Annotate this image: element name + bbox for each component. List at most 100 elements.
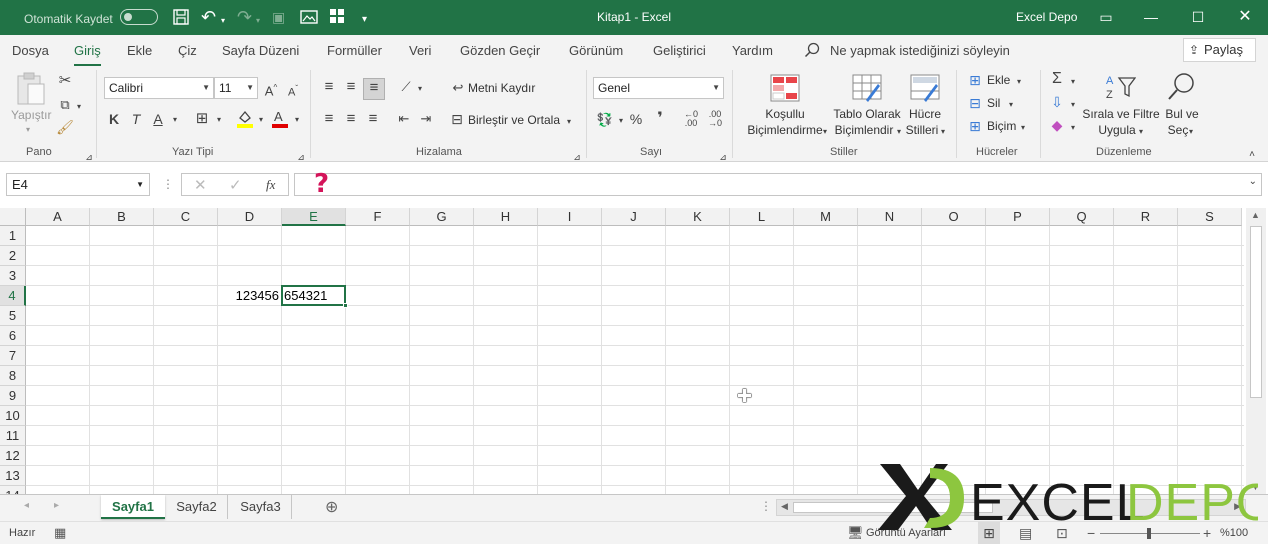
decrease-indent-icon[interactable]: ⇤	[395, 110, 413, 128]
fill-color-dropdown-icon[interactable]: ▾	[256, 111, 266, 129]
column-header[interactable]: C	[154, 208, 218, 226]
conditional-formatting-label-1[interactable]: Koşullu	[740, 106, 830, 122]
spreadsheet-grid[interactable]: ABCDEFGHIJKLMNOPQRS123456789101112131412…	[0, 208, 1244, 494]
align-left-icon[interactable]: ≡	[320, 110, 338, 128]
column-header[interactable]: R	[1114, 208, 1178, 226]
fill-dropdown-icon[interactable]: ▾	[1068, 96, 1078, 114]
row-header[interactable]: 8	[0, 366, 26, 386]
font-name-combo[interactable]: Calibri ▼	[104, 77, 214, 99]
column-header[interactable]: P	[986, 208, 1050, 226]
format-cells-button[interactable]: Biçim	[987, 118, 1016, 134]
row-header[interactable]: 9	[0, 386, 26, 406]
clear-icon[interactable]: ◆	[1048, 116, 1066, 134]
column-header[interactable]: K	[666, 208, 730, 226]
column-header[interactable]: M	[794, 208, 858, 226]
row-header[interactable]: 6	[0, 326, 26, 346]
format-cells-icon[interactable]: ⊞	[966, 117, 984, 135]
expand-formula-icon[interactable]: ⌄	[1249, 176, 1257, 187]
prev-sheet-icon[interactable]: ◂	[24, 500, 29, 511]
underline-dropdown-icon[interactable]: ▾	[170, 111, 180, 129]
close-icon[interactable]: ✕	[1233, 6, 1257, 28]
align-top-icon[interactable]: ≡	[320, 78, 338, 96]
formula-input[interactable]: ⌄	[294, 173, 1262, 196]
increase-decimal-icon[interactable]: ←0.00	[680, 110, 702, 128]
share-button[interactable]: ⇪ Paylaş	[1183, 38, 1256, 62]
decrease-font-icon[interactable]: Aˇ	[284, 80, 302, 102]
cell-styles-label-1[interactable]: Hücre	[900, 106, 950, 122]
fill-color-icon[interactable]	[234, 108, 256, 133]
column-header[interactable]: I	[538, 208, 602, 226]
format-painter-icon[interactable]: 🖌	[56, 118, 74, 136]
orientation-dropdown-icon[interactable]: ▾	[415, 80, 425, 98]
row-header[interactable]: 4	[0, 286, 26, 306]
fill-handle[interactable]	[343, 303, 348, 308]
increase-indent-icon[interactable]: ⇥	[417, 110, 435, 128]
column-header[interactable]: E	[282, 208, 346, 226]
collapse-ribbon-icon[interactable]: ˄	[1246, 146, 1258, 164]
search-icon[interactable]	[804, 42, 820, 61]
format-as-table-icon[interactable]	[852, 74, 884, 106]
user-name[interactable]: Excel Depo	[1016, 10, 1077, 24]
scroll-up-icon[interactable]: ▲	[1251, 210, 1260, 220]
tab-ekle[interactable]: Ekle	[127, 43, 152, 58]
font-color-icon[interactable]: A	[270, 108, 290, 133]
select-all-corner[interactable]	[0, 208, 26, 226]
currency-icon[interactable]: 💱	[595, 111, 615, 129]
format-as-table-label-2[interactable]: Biçimlendir	[828, 122, 900, 138]
autosum-icon[interactable]: Σ	[1048, 70, 1066, 88]
tab-gozden-gecir[interactable]: Gözden Geçir	[460, 43, 540, 58]
tab-yardim[interactable]: Yardım	[732, 43, 773, 58]
column-header[interactable]: O	[922, 208, 986, 226]
column-header[interactable]: N	[858, 208, 922, 226]
conditional-formatting-icon[interactable]	[770, 74, 802, 106]
fill-icon[interactable]: ⇩	[1048, 93, 1066, 111]
name-box[interactable]: E4 ▼	[6, 173, 150, 196]
more-icon[interactable]: ⋮	[162, 175, 174, 193]
scroll-left-icon[interactable]: ◀	[781, 501, 788, 512]
column-header[interactable]: H	[474, 208, 538, 226]
sort-filter-dropdown-icon[interactable]: ▾	[1136, 123, 1146, 141]
delete-dropdown-icon[interactable]: ▾	[1006, 96, 1016, 114]
font-launcher-icon[interactable]: ⊿	[296, 148, 306, 166]
copy-icon[interactable]: ⧉	[56, 96, 74, 114]
tab-gorunum[interactable]: Görünüm	[569, 43, 623, 58]
row-header[interactable]: 13	[0, 466, 26, 486]
insert-cells-button[interactable]: Ekle	[987, 72, 1010, 88]
tab-giris[interactable]: Giriş	[74, 43, 101, 66]
tab-ciz[interactable]: Çiz	[178, 43, 197, 58]
decrease-decimal-icon[interactable]: .00 →0	[704, 110, 726, 128]
row-header[interactable]: 5	[0, 306, 26, 326]
format-dropdown-icon[interactable]: ▾	[1018, 119, 1028, 137]
copy-dropdown-icon[interactable]: ▾	[74, 98, 84, 116]
tab-formuller[interactable]: Formüller	[327, 43, 382, 58]
number-launcher-icon[interactable]: ⊿	[718, 148, 728, 166]
delete-cells-icon[interactable]: ⊟	[966, 94, 984, 112]
sheet-tab-sayfa3[interactable]: Sayfa3	[230, 495, 292, 519]
column-header[interactable]: J	[602, 208, 666, 226]
sort-filter-icon[interactable]: AZ	[1104, 72, 1137, 104]
merge-center-button[interactable]: Birleştir ve Ortala	[468, 112, 560, 128]
row-header[interactable]: 11	[0, 426, 26, 446]
merge-dropdown-icon[interactable]: ▾	[564, 113, 574, 131]
align-bottom-icon[interactable]: ≡	[363, 78, 385, 100]
column-header[interactable]: B	[90, 208, 154, 226]
insert-dropdown-icon[interactable]: ▾	[1014, 73, 1024, 91]
borders-icon[interactable]: ⊞	[192, 110, 212, 128]
wrap-text-button[interactable]: Metni Kaydır	[468, 80, 535, 96]
row-header[interactable]: 10	[0, 406, 26, 426]
alignment-launcher-icon[interactable]: ⊿	[572, 148, 582, 166]
align-middle-icon[interactable]: ≡	[342, 78, 360, 96]
insert-function-icon[interactable]: fx	[266, 177, 275, 193]
find-select-icon[interactable]	[1166, 72, 1198, 104]
paste-label[interactable]: Yapıştır	[11, 107, 51, 123]
row-header[interactable]: 3	[0, 266, 26, 286]
column-header[interactable]: L	[730, 208, 794, 226]
minimize-icon[interactable]: —	[1139, 6, 1163, 28]
sort-filter-label-1[interactable]: Sırala ve Filtre	[1082, 106, 1160, 122]
column-header[interactable]: G	[410, 208, 474, 226]
tab-dosya[interactable]: Dosya	[12, 43, 49, 58]
macro-record-icon[interactable]: ▦	[54, 525, 66, 541]
font-size-combo[interactable]: 11 ▼	[214, 77, 258, 99]
cancel-icon[interactable]: ✕	[194, 176, 207, 194]
cell-styles-dropdown-icon[interactable]: ▾	[938, 123, 948, 141]
